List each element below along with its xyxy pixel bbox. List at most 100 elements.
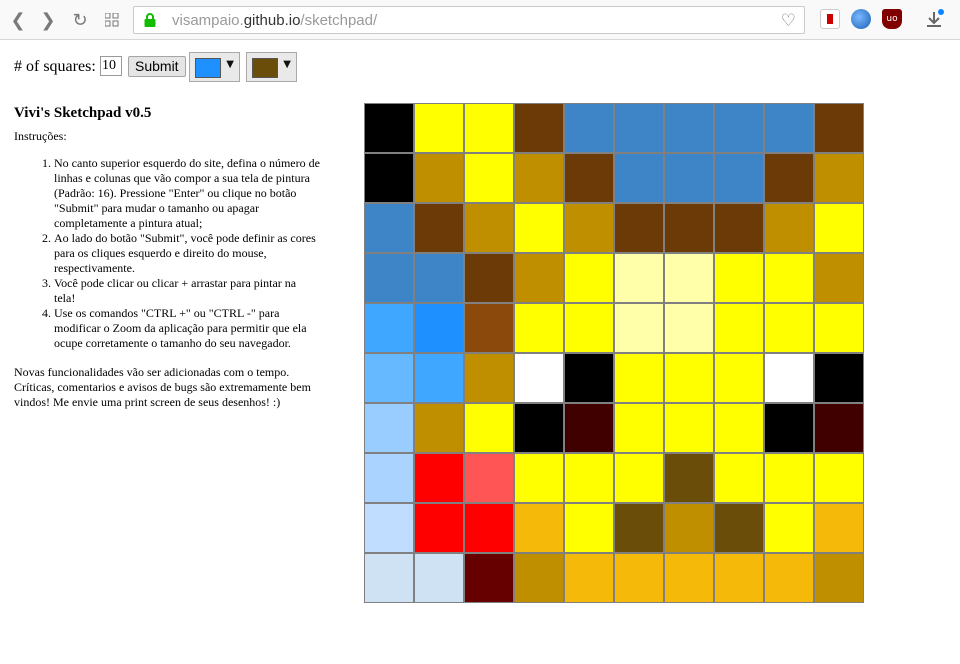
grid-cell[interactable]: [714, 353, 764, 403]
grid-cell[interactable]: [464, 453, 514, 503]
grid-cell[interactable]: [364, 253, 414, 303]
grid-cell[interactable]: [464, 103, 514, 153]
grid-cell[interactable]: [564, 203, 614, 253]
grid-cell[interactable]: [714, 403, 764, 453]
grid-cell[interactable]: [764, 103, 814, 153]
back-icon[interactable]: ❮: [6, 8, 30, 32]
grid-cell[interactable]: [364, 103, 414, 153]
grid-cell[interactable]: [514, 103, 564, 153]
grid-cell[interactable]: [414, 453, 464, 503]
grid-cell[interactable]: [714, 203, 764, 253]
grid-cell[interactable]: [764, 203, 814, 253]
grid-cell[interactable]: [614, 353, 664, 403]
grid-cell[interactable]: [414, 553, 464, 603]
left-click-color-picker[interactable]: ▼: [189, 52, 240, 82]
grid-cell[interactable]: [564, 353, 614, 403]
grid-cell[interactable]: [664, 153, 714, 203]
grid-cell[interactable]: [564, 453, 614, 503]
grid-cell[interactable]: [514, 303, 564, 353]
grid-cell[interactable]: [464, 553, 514, 603]
grid-cell[interactable]: [614, 403, 664, 453]
grid-cell[interactable]: [814, 203, 864, 253]
grid-cell[interactable]: [714, 153, 764, 203]
grid-cell[interactable]: [514, 503, 564, 553]
grid-cell[interactable]: [464, 153, 514, 203]
grid-cell[interactable]: [764, 253, 814, 303]
grid-cell[interactable]: [464, 403, 514, 453]
grid-cell[interactable]: [514, 203, 564, 253]
grid-cell[interactable]: [514, 153, 564, 203]
grid-cell[interactable]: [464, 503, 514, 553]
grid-cell[interactable]: [714, 253, 764, 303]
grid-cell[interactable]: [814, 253, 864, 303]
grid-cell[interactable]: [364, 153, 414, 203]
right-click-color-picker[interactable]: ▼: [246, 52, 297, 82]
grid-cell[interactable]: [614, 103, 664, 153]
grid-cell[interactable]: [764, 503, 814, 553]
grid-cell[interactable]: [814, 503, 864, 553]
grid-cell[interactable]: [414, 403, 464, 453]
grid-cell[interactable]: [564, 403, 614, 453]
grid-cell[interactable]: [764, 553, 814, 603]
grid-cell[interactable]: [414, 203, 464, 253]
grid-cell[interactable]: [364, 553, 414, 603]
grid-cell[interactable]: [364, 403, 414, 453]
grid-cell[interactable]: [664, 503, 714, 553]
grid-cell[interactable]: [614, 453, 664, 503]
grid-cell[interactable]: [664, 553, 714, 603]
grid-cell[interactable]: [714, 503, 764, 553]
grid-cell[interactable]: [614, 153, 664, 203]
grid-cell[interactable]: [814, 103, 864, 153]
grid-cell[interactable]: [614, 253, 664, 303]
grid-cell[interactable]: [614, 203, 664, 253]
grid-cell[interactable]: [764, 353, 814, 403]
grid-cell[interactable]: [414, 353, 464, 403]
grid-cell[interactable]: [364, 503, 414, 553]
download-icon[interactable]: [924, 9, 944, 29]
grid-cell[interactable]: [764, 153, 814, 203]
grid-cell[interactable]: [564, 503, 614, 553]
grid-cell[interactable]: [414, 103, 464, 153]
submit-button[interactable]: Submit: [128, 56, 186, 77]
grid-cell[interactable]: [814, 303, 864, 353]
grid-cell[interactable]: [714, 303, 764, 353]
reload-icon[interactable]: ↻: [68, 8, 92, 32]
bookmark-heart-icon[interactable]: ♡: [781, 11, 796, 31]
grid-cell[interactable]: [614, 303, 664, 353]
grid-cell[interactable]: [514, 403, 564, 453]
grid-cell[interactable]: [664, 103, 714, 153]
grid-cell[interactable]: [414, 153, 464, 203]
grid-cell[interactable]: [514, 553, 564, 603]
grid-cell[interactable]: [564, 153, 614, 203]
grid-cell[interactable]: [564, 553, 614, 603]
grid-cell[interactable]: [764, 403, 814, 453]
grid-cell[interactable]: [514, 453, 564, 503]
grid-cell[interactable]: [664, 453, 714, 503]
speed-dial-icon[interactable]: [100, 8, 124, 32]
sketch-canvas[interactable]: [364, 103, 864, 603]
grid-cell[interactable]: [364, 453, 414, 503]
grid-cell[interactable]: [764, 303, 814, 353]
grid-cell[interactable]: [514, 353, 564, 403]
squares-input[interactable]: [100, 56, 122, 76]
grid-cell[interactable]: [814, 353, 864, 403]
grid-cell[interactable]: [664, 253, 714, 303]
grid-cell[interactable]: [464, 353, 514, 403]
grid-cell[interactable]: [664, 403, 714, 453]
forward-icon[interactable]: ❯: [36, 8, 60, 32]
grid-cell[interactable]: [714, 453, 764, 503]
grid-cell[interactable]: [614, 553, 664, 603]
grid-cell[interactable]: [464, 203, 514, 253]
address-bar[interactable]: visampaio.github.io/sketchpad/ ♡: [133, 6, 805, 34]
grid-cell[interactable]: [714, 103, 764, 153]
grid-cell[interactable]: [514, 253, 564, 303]
grid-cell[interactable]: [364, 353, 414, 403]
grid-cell[interactable]: [414, 303, 464, 353]
grid-cell[interactable]: [764, 453, 814, 503]
grid-cell[interactable]: [664, 203, 714, 253]
grid-cell[interactable]: [564, 253, 614, 303]
grid-cell[interactable]: [464, 253, 514, 303]
grid-cell[interactable]: [564, 303, 614, 353]
grid-cell[interactable]: [814, 403, 864, 453]
grid-cell[interactable]: [414, 503, 464, 553]
